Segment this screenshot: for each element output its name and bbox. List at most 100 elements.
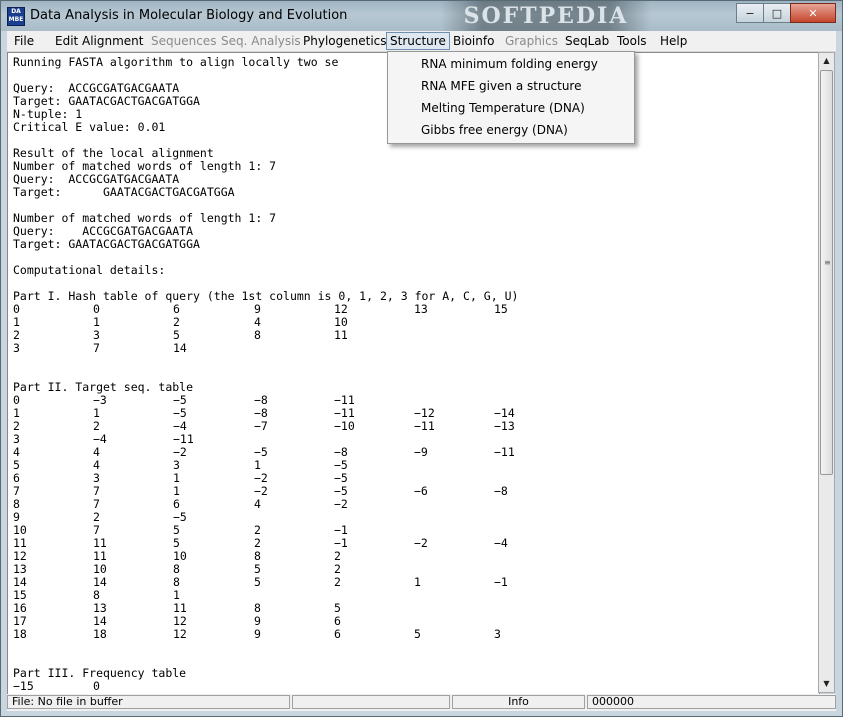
scroll-down-icon[interactable]: ▼: [819, 676, 834, 692]
menu-file[interactable]: File: [11, 33, 37, 49]
menu-bar: File Edit Alignment Sequences Seq. Analysis P…: [7, 31, 836, 52]
menu-edit[interactable]: Edit: [52, 33, 81, 49]
table-cell: −11: [414, 419, 435, 433]
menu-help[interactable]: Help: [657, 33, 690, 49]
table-row: 17 14 12 9 6: [13, 615, 813, 628]
table-cell: 5: [254, 575, 261, 589]
vertical-scrollbar[interactable]: ▲ ≡ ▼: [818, 52, 835, 693]
text-line: Computational details:: [13, 263, 166, 277]
table-cell: −2: [414, 536, 428, 550]
grip-icon: ≡: [824, 258, 831, 267]
table-cell: 9: [254, 627, 261, 641]
watermark: SOFTPEDIA: [441, 1, 651, 31]
title-bar[interactable]: DA MBE Data Analysis in Molecular Biolog…: [1, 1, 842, 31]
table-cell: −10: [334, 419, 355, 433]
table-cell: −2: [334, 497, 348, 511]
table-row: 1 1 −5 −8 −11 −12 −14: [13, 407, 813, 420]
menu-alignment[interactable]: Alignment: [79, 33, 146, 49]
table-cell: 13: [414, 302, 428, 316]
table-row: 7 7 1 −2 −5 −6 −8: [13, 485, 813, 498]
menu-structure[interactable]: Structure: [386, 32, 450, 50]
table-cell: −6: [414, 484, 428, 498]
text-line: Part III. Frequency table: [13, 666, 187, 680]
table-cell: 6: [334, 627, 341, 641]
table-row: 18 18 12 9 6 5 3: [13, 628, 813, 641]
table-cell: 12: [173, 627, 187, 641]
table-cell: 1: [414, 575, 421, 589]
text-line: Part II. Target seq. table: [13, 380, 194, 394]
table-row: 4 4 −2 −5 −8 −9 −11: [13, 446, 813, 459]
table-row: 14 14 8 5 2 1 −1: [13, 576, 813, 589]
table-cell: −7: [254, 419, 268, 433]
text-line: [13, 641, 813, 654]
table-row: 11 11 5 2 −1 −2 −4: [13, 537, 813, 550]
menu-graphics[interactable]: Graphics: [502, 33, 561, 49]
table-row: 2 3 5 8 11: [13, 329, 813, 342]
table-row: 6 3 1 −2 −5: [13, 472, 813, 485]
text-line: [13, 355, 813, 368]
scroll-up-icon[interactable]: ▲: [819, 53, 834, 69]
table-cell: 3: [494, 627, 501, 641]
table-row: 2 2 −4 −7 −10 −11 −13: [13, 420, 813, 433]
table-cell: −9: [414, 445, 428, 459]
structure-menu-item[interactable]: RNA MFE given a structure: [388, 75, 634, 97]
table-cell: −8: [494, 484, 508, 498]
menu-phylogenetics[interactable]: Phylogenetics: [300, 33, 390, 49]
table-row: 16 13 11 8 5: [13, 602, 813, 615]
table-row: 10 7 5 2 −1: [13, 524, 813, 537]
menu-bioinfo[interactable]: Bioinfo: [450, 33, 497, 49]
table-row: 15 8 1: [13, 589, 813, 602]
table-row: 0 −3 −5 −8 −11: [13, 394, 813, 407]
status-panel-2: [292, 695, 450, 709]
minimize-button[interactable]: −: [736, 3, 764, 23]
scroll-thumb[interactable]: ≡: [820, 70, 833, 475]
table-row: 0 0 6 9 12 13 15: [13, 303, 813, 316]
app-window: DA MBE Data Analysis in Molecular Biolog…: [0, 0, 843, 717]
status-info: Info: [452, 695, 585, 709]
table-cell: 18: [13, 627, 27, 641]
table-row: 8 7 6 4 −2: [13, 498, 813, 511]
status-counter: 000000: [587, 695, 836, 709]
app-icon[interactable]: DA MBE: [7, 7, 25, 26]
status-bar: File: No file in buffer Info 000000: [7, 694, 836, 711]
text-line: Target: GAATACGACTGACGATGGA: [13, 185, 235, 199]
table-row: 3 7 14: [13, 342, 813, 355]
window-title: Data Analysis in Molecular Biology and E…: [30, 8, 348, 23]
menu-sequences[interactable]: Sequences: [148, 33, 219, 49]
maximize-button[interactable]: □: [763, 3, 791, 23]
table-cell: 18: [93, 627, 107, 641]
close-button[interactable]: ✕: [790, 3, 836, 23]
structure-menu-dropdown: RNA minimum folding energy RNA MFE given …: [387, 51, 635, 144]
table-cell: 2: [334, 575, 341, 589]
menu-seq-analysis[interactable]: Seq. Analysis: [218, 33, 304, 49]
table-cell: 5: [414, 627, 421, 641]
table-row: 12 11 10 8 2: [13, 550, 813, 563]
table-row: 1 1 2 4 10: [13, 316, 813, 329]
table-row: −15 0: [13, 680, 813, 693]
table-cell: −13: [494, 419, 515, 433]
structure-menu-item[interactable]: Melting Temperature (DNA): [388, 97, 634, 119]
table-row: 3 −4 −11: [13, 433, 813, 446]
table-cell: −4: [494, 536, 508, 550]
table-cell: −11: [494, 445, 515, 459]
menu-tools[interactable]: Tools: [614, 33, 650, 49]
menu-seqlab[interactable]: SeqLab: [562, 33, 612, 49]
text-line: Part I. Hash table of query (the 1st col…: [13, 289, 519, 303]
table-row: 5 4 3 1 −5: [13, 459, 813, 472]
text-line: Target: GAATACGACTGACGATGGA: [13, 237, 200, 251]
output-text: Running FASTA algorithm to align locally…: [13, 56, 813, 693]
table-cell: 7: [93, 341, 100, 355]
structure-menu-item[interactable]: RNA minimum folding energy: [388, 53, 634, 75]
table-cell: 11: [334, 328, 348, 342]
output-text-area[interactable]: Running FASTA algorithm to align locally…: [7, 52, 820, 695]
structure-menu-item[interactable]: Gibbs free energy (DNA): [388, 119, 634, 141]
table-row: 9 2 −5: [13, 511, 813, 524]
table-cell: 15: [494, 302, 508, 316]
table-row: 13 10 8 5 2: [13, 563, 813, 576]
table-cell: 0: [93, 679, 100, 693]
table-cell: −15: [13, 679, 34, 693]
table-cell: 14: [173, 341, 187, 355]
status-file: File: No file in buffer: [7, 695, 290, 709]
table-cell: 4: [254, 497, 261, 511]
table-cell: −1: [494, 575, 508, 589]
